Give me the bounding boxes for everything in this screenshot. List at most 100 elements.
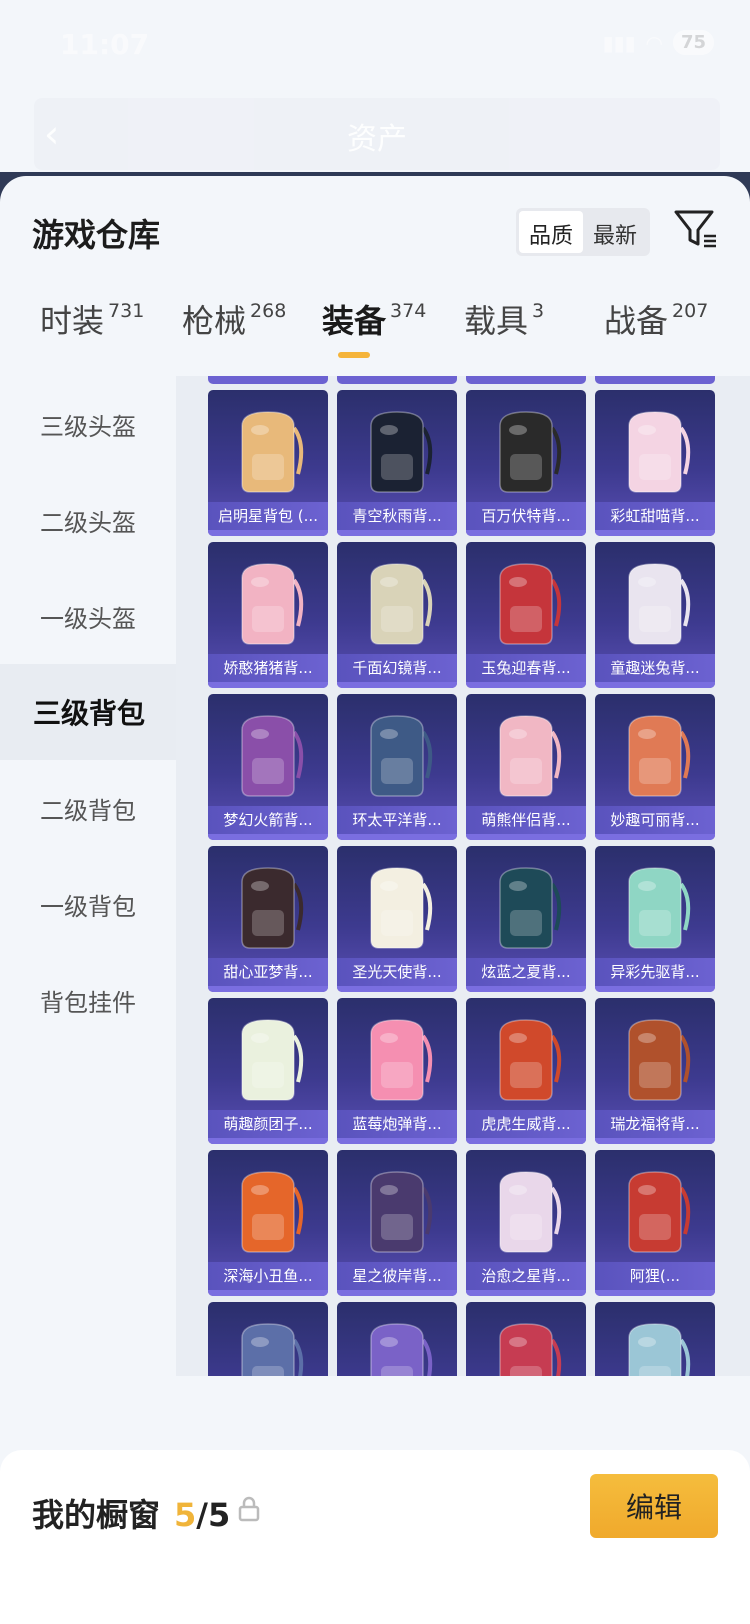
card-rarity-stripe <box>595 1290 715 1296</box>
card-rarity-stripe <box>466 530 586 536</box>
item-name: 甜心亚梦背... <box>208 958 328 986</box>
card-rarity-stripe <box>208 682 328 688</box>
card-rarity-stripe <box>466 1138 586 1144</box>
item-card[interactable]: 蓝莓炮弹背... <box>337 998 457 1144</box>
item-card[interactable]: 萌趣颜团子... <box>208 998 328 1144</box>
tab-label: 装备 <box>322 302 387 340</box>
item-card[interactable]: 异彩先驱背... <box>595 846 715 992</box>
item-name: 童趣迷兔背... <box>595 654 715 682</box>
item-name: 妙趣可丽背... <box>595 806 715 834</box>
item-card[interactable]: 萌熊伴侣背... <box>466 694 586 840</box>
item-name: 圣光天使背... <box>337 958 457 986</box>
item-card[interactable] <box>337 1302 457 1376</box>
card-rarity-stripe <box>337 1138 457 1144</box>
tab-vehicles[interactable]: 载具 3 <box>464 296 544 342</box>
page-title: 游戏仓库 <box>32 216 161 254</box>
item-card[interactable]: 百万伏特背... <box>466 390 586 536</box>
item-card[interactable]: 童趣迷兔背... <box>595 542 715 688</box>
item-card[interactable]: 虎虎生威背... <box>466 998 586 1144</box>
item-card[interactable]: 青空秋雨背... <box>337 390 457 536</box>
item-name: 玉兔迎春背... <box>466 654 586 682</box>
card-edge <box>595 376 715 384</box>
tab-label: 战备 <box>604 302 669 340</box>
sidebar-item-backpack-1[interactable]: 一级背包 <box>0 856 176 952</box>
item-card[interactable]: 妙趣可丽背... <box>595 694 715 840</box>
item-card[interactable]: 环太平洋背... <box>337 694 457 840</box>
item-name: 千面幻镜背... <box>337 654 457 682</box>
item-card[interactable]: 千面幻镜背... <box>337 542 457 688</box>
item-card[interactable]: 甜心亚梦背... <box>208 846 328 992</box>
tab-active-indicator <box>338 352 370 358</box>
sidebar-item-backpack-2[interactable]: 二级背包 <box>0 760 176 856</box>
backpack-icon <box>241 715 304 797</box>
tab-supplies[interactable]: 战备 207 <box>604 296 708 342</box>
backpack-icon <box>370 1323 433 1376</box>
item-card[interactable]: 娇憨猪猪背... <box>208 542 328 688</box>
tab-label: 时装 <box>40 302 105 340</box>
card-edge <box>208 376 328 384</box>
backpack-icon <box>628 1019 691 1101</box>
sort-newest-button[interactable]: 最新 <box>583 211 647 253</box>
sort-toggle: 品质 最新 <box>516 208 651 256</box>
showcase-bar: 我的橱窗 5 /5 编辑 <box>0 1450 750 1624</box>
item-name: 阿狸(... <box>595 1262 715 1290</box>
tab-equipment[interactable]: 装备 374 <box>322 296 426 358</box>
tab-fashion[interactable]: 时装 731 <box>40 296 144 342</box>
card-rarity-stripe <box>337 834 457 840</box>
item-card[interactable]: 阿狸(... <box>595 1150 715 1296</box>
item-card[interactable]: 彩虹甜喵背... <box>595 390 715 536</box>
item-card[interactable]: 玉兔迎春背... <box>466 542 586 688</box>
sidebar-item-helmet-1[interactable]: 一级头盔 <box>0 568 176 664</box>
item-name: 青空秋雨背... <box>337 502 457 530</box>
backpack-icon <box>370 715 433 797</box>
item-name: 环太平洋背... <box>337 806 457 834</box>
item-card[interactable]: 启明星背包 (... <box>208 390 328 536</box>
backpack-icon <box>241 1323 304 1376</box>
item-card[interactable]: 梦幻火箭背... <box>208 694 328 840</box>
backpack-icon <box>499 867 562 949</box>
showcase-label: 我的橱窗 5 /5 <box>32 1490 230 1536</box>
item-card[interactable]: 瑞龙福将背... <box>595 998 715 1144</box>
card-rarity-stripe <box>595 530 715 536</box>
signal-icon: ▮▮▮ <box>602 30 636 55</box>
card-rarity-stripe <box>466 1290 586 1296</box>
status-bar: 11:07 ▮▮▮ ◠ 75 <box>0 0 750 90</box>
sidebar-item-backpack-charm[interactable]: 背包挂件 <box>0 952 176 1048</box>
sidebar-item-backpack-3[interactable]: 三级背包 <box>0 664 176 760</box>
backpack-icon <box>241 563 304 645</box>
item-card[interactable] <box>466 1302 586 1376</box>
item-card[interactable] <box>595 1302 715 1376</box>
item-card[interactable]: 炫蓝之夏背... <box>466 846 586 992</box>
item-name: 治愈之星背... <box>466 1262 586 1290</box>
item-name: 星之彼岸背... <box>337 1262 457 1290</box>
card-rarity-stripe <box>208 986 328 992</box>
backpack-icon <box>499 1019 562 1101</box>
sort-quality-button[interactable]: 品质 <box>519 211 584 253</box>
sidebar-item-helmet-2[interactable]: 二级头盔 <box>0 472 176 568</box>
tab-label: 载具 <box>464 302 529 340</box>
filter-icon[interactable] <box>672 206 718 252</box>
backpack-icon <box>628 1323 691 1376</box>
item-name: 瑞龙福将背... <box>595 1110 715 1138</box>
backpack-icon <box>628 411 691 493</box>
subcategory-menu: 三级头盔 二级头盔 一级头盔 三级背包 二级背包 一级背包 背包挂件 <box>0 376 176 1426</box>
item-card[interactable]: 圣光天使背... <box>337 846 457 992</box>
edit-button[interactable]: 编辑 <box>590 1474 718 1538</box>
card-rarity-stripe <box>337 682 457 688</box>
backpack-icon <box>499 715 562 797</box>
backpack-icon <box>499 563 562 645</box>
sidebar-item-helmet-3[interactable]: 三级头盔 <box>0 376 176 472</box>
card-rarity-stripe <box>208 1290 328 1296</box>
item-card[interactable]: 治愈之星背... <box>466 1150 586 1296</box>
backpack-icon <box>499 1323 562 1376</box>
item-card[interactable]: 星之彼岸背... <box>337 1150 457 1296</box>
backpack-icon <box>241 411 304 493</box>
item-card[interactable]: 深海小丑鱼... <box>208 1150 328 1296</box>
item-name: 萌熊伴侣背... <box>466 806 586 834</box>
item-card[interactable] <box>208 1302 328 1376</box>
backpack-icon <box>628 1171 691 1253</box>
card-rarity-stripe <box>466 986 586 992</box>
card-rarity-stripe <box>337 1290 457 1296</box>
card-rarity-stripe <box>337 986 457 992</box>
tab-guns[interactable]: 枪械 268 <box>182 296 286 342</box>
